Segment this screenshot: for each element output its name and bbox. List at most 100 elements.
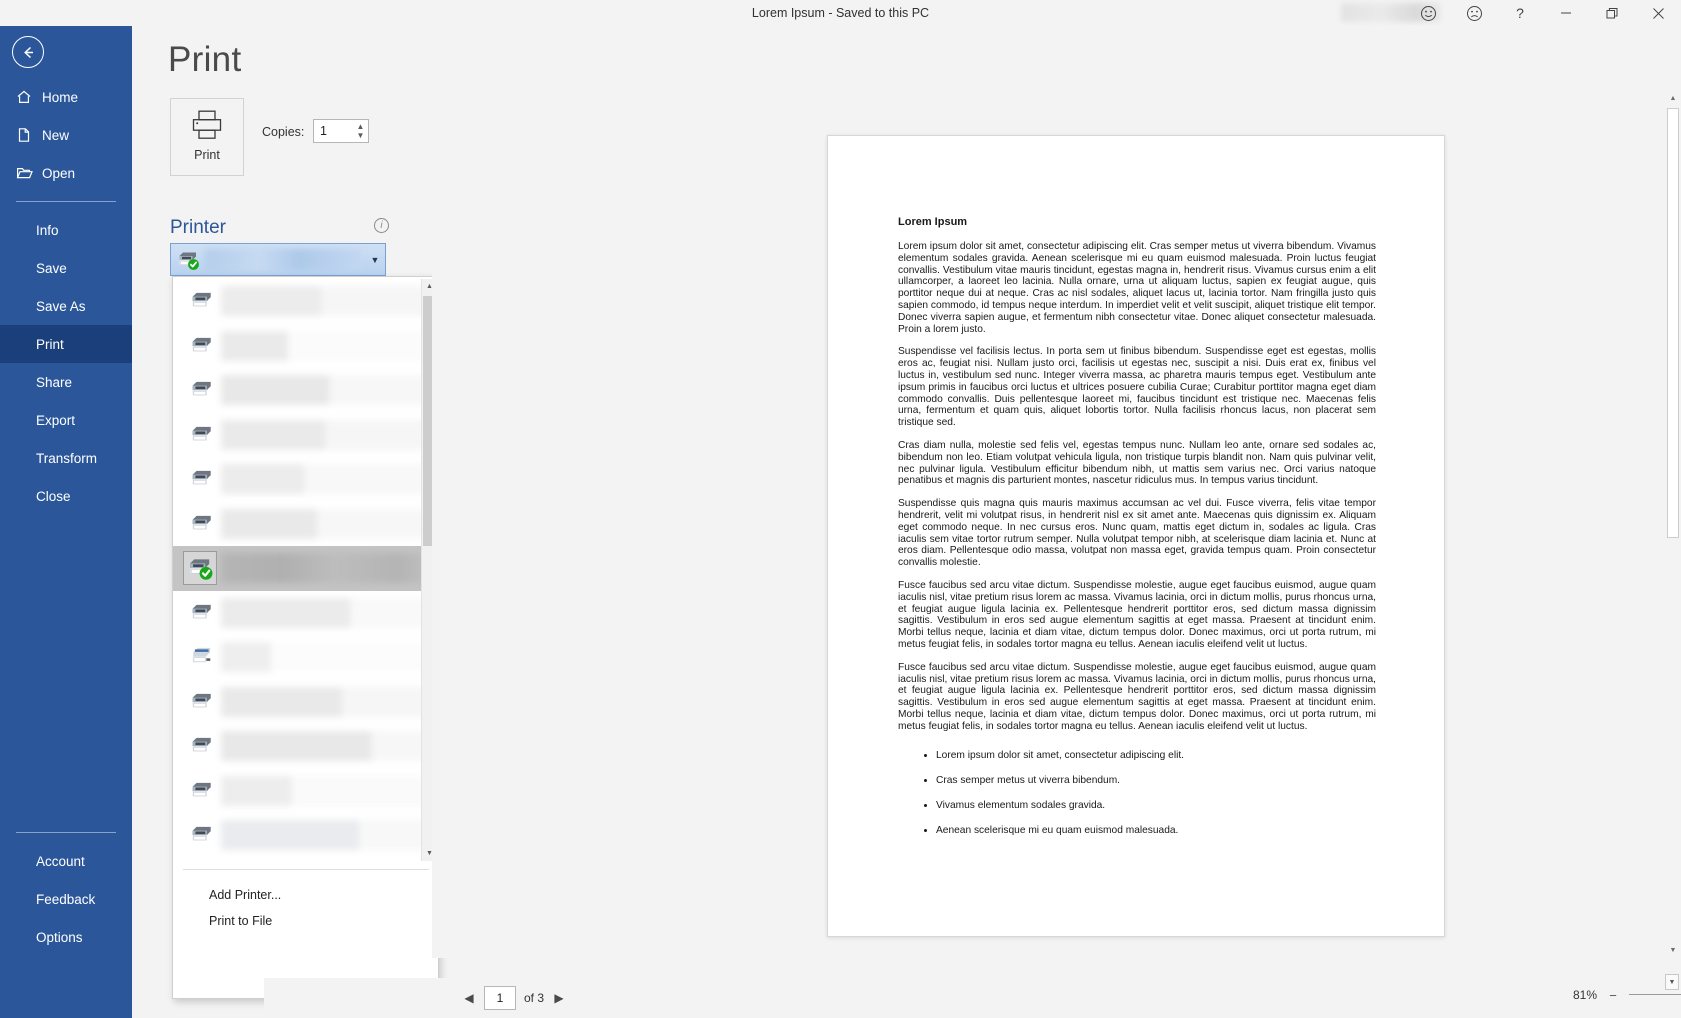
zoom-level-label[interactable]: 81% — [1569, 988, 1597, 1002]
sidebar-item-open[interactable]: Open — [0, 154, 132, 192]
printer-name — [221, 553, 430, 584]
printer-combobox[interactable]: ▼ — [170, 243, 386, 276]
scroll-up-arrow[interactable]: ▲ — [1665, 90, 1681, 106]
printer-list-item[interactable] — [173, 680, 438, 725]
printer-icon — [183, 378, 221, 402]
document-paragraph: Fusce faucibus sed arcu vitae dictum. Su… — [898, 579, 1376, 650]
zoom-out-button[interactable]: − — [1607, 988, 1619, 1003]
printer-icon — [183, 690, 221, 714]
document-body: Lorem Ipsum Lorem ipsum dolor sit amet, … — [898, 216, 1376, 850]
previous-page-button[interactable]: ◀ — [462, 991, 476, 1005]
printer-list-item[interactable] — [173, 324, 438, 369]
scrollbar-thumb[interactable] — [1667, 108, 1679, 538]
sidebar-item-label: Save As — [36, 298, 86, 314]
sidebar-item-options[interactable]: Options — [0, 918, 132, 956]
sidebar-item-info[interactable]: Info — [0, 211, 132, 249]
printer-name — [221, 820, 430, 851]
printer-list-item[interactable] — [173, 769, 438, 814]
sidebar-item-new[interactable]: New — [0, 116, 132, 154]
preview-page: Lorem Ipsum Lorem ipsum dolor sit amet, … — [827, 135, 1445, 937]
printer-name — [221, 286, 430, 317]
copies-spin-down[interactable]: ▼ — [357, 131, 365, 140]
sidebar-item-label: New — [42, 127, 70, 143]
document-paragraph: Cras diam nulla, molestie sed felis vel,… — [898, 439, 1376, 487]
next-page-button[interactable]: ▶ — [552, 991, 566, 1005]
chevron-down-icon[interactable]: ▼ — [365, 255, 385, 265]
close-icon[interactable] — [1635, 0, 1681, 26]
list-item: Cras semper metus ut viverra bibendum. — [936, 775, 1376, 787]
copies-spin-buttons[interactable]: ▲ ▼ — [353, 120, 368, 142]
printer-list-item[interactable] — [173, 813, 438, 858]
printer-icon — [183, 734, 221, 758]
document-paragraph: Suspendisse quis magna quis mauris maxim… — [898, 498, 1376, 569]
help-icon[interactable]: ? — [1497, 0, 1543, 26]
info-icon[interactable]: i — [374, 218, 389, 233]
copies-spin-up[interactable]: ▲ — [357, 122, 365, 131]
preview-scrollbar[interactable]: ▲ ▼ — [1665, 90, 1681, 958]
printer-icon — [183, 334, 221, 358]
copies-label: Copies: — [262, 125, 305, 139]
document-paragraph: Fusce faucibus sed arcu vitae dictum. Su… — [898, 661, 1376, 732]
printer-name — [221, 375, 430, 406]
printer-list-item[interactable] — [173, 591, 438, 636]
scroll-down-arrow[interactable]: ▼ — [1665, 942, 1681, 958]
sidebar-item-close[interactable]: Close — [0, 477, 132, 515]
sidebar-item-save-as[interactable]: Save As — [0, 287, 132, 325]
printer-list-item[interactable] — [173, 457, 438, 502]
zoom-slider[interactable] — [1629, 988, 1681, 1002]
window-controls: ? — [1405, 0, 1681, 26]
document-paragraph: Suspendisse vel facilisis lectus. In por… — [898, 346, 1376, 429]
printer-icon — [183, 467, 221, 491]
word-print-backstage: Lorem Ipsum - Saved to this PC ? Home Ne… — [0, 0, 1681, 1018]
sidebar-item-label: Export — [36, 412, 76, 428]
sidebar-item-label: Options — [36, 929, 83, 945]
open-folder-icon — [16, 165, 42, 181]
sidebar-item-transform[interactable]: Transform — [0, 439, 132, 477]
printer-section-heading: Printer — [170, 217, 226, 238]
copies-stepper[interactable]: 1 ▲ ▼ — [313, 119, 369, 143]
minimize-icon[interactable] — [1543, 0, 1589, 26]
printer-icon — [183, 823, 221, 847]
sidebar-divider-top — [16, 201, 116, 202]
printer-list-item[interactable] — [173, 502, 438, 547]
printer-list-item[interactable] — [173, 368, 438, 413]
fax-printer-icon — [183, 645, 221, 669]
printer-list-item[interactable] — [173, 724, 438, 769]
page-number-input[interactable]: 1 — [484, 986, 516, 1010]
sidebar-item-feedback[interactable]: Feedback — [0, 880, 132, 918]
printer-list-item[interactable] — [173, 279, 438, 324]
add-printer-menu-item[interactable]: Add Printer... — [173, 882, 438, 908]
sidebar-item-export[interactable]: Export — [0, 401, 132, 439]
restore-icon[interactable] — [1589, 0, 1635, 26]
smiley-icon[interactable] — [1405, 0, 1451, 26]
printer-list-item[interactable] — [173, 413, 438, 458]
page-count-label: of 3 — [524, 991, 545, 1005]
title-bar: Lorem Ipsum - Saved to this PC ? — [0, 0, 1681, 26]
frowny-icon[interactable] — [1451, 0, 1497, 26]
print-button[interactable]: Print — [170, 98, 244, 176]
printer-list-item[interactable] — [173, 635, 438, 680]
print-backstage-content: Print Print Copies: 1 ▲ ▼ Printer i ▼ ▲ … — [132, 26, 1681, 1018]
document-bullet-list: Lorem ipsum dolor sit amet, consectetur … — [898, 750, 1376, 836]
back-button[interactable] — [12, 36, 44, 68]
printer-list-item-selected[interactable] — [173, 546, 438, 591]
document-heading: Lorem Ipsum — [898, 216, 968, 228]
scrollbar-corner-dropdown[interactable]: ▼ — [1665, 974, 1679, 990]
printer-list — [173, 279, 438, 861]
sidebar-item-share[interactable]: Share — [0, 363, 132, 401]
sidebar-item-home[interactable]: Home — [0, 78, 132, 116]
print-to-file-menu-item[interactable]: Print to File — [173, 908, 438, 934]
sidebar-item-label: Home — [42, 89, 79, 105]
sidebar-item-account[interactable]: Account — [0, 842, 132, 880]
sidebar-item-save[interactable]: Save — [0, 249, 132, 287]
list-item: Aenean scelerisque mi eu quam euismod ma… — [936, 825, 1376, 837]
printer-icon — [183, 601, 221, 625]
sidebar-item-label: Account — [36, 853, 85, 869]
printer-icon — [183, 423, 221, 447]
printer-name — [221, 419, 430, 450]
dropdown-divider — [183, 869, 429, 870]
page-navigation: ◀ 1 of 3 ▶ — [462, 986, 566, 1010]
sidebar-top-group: Home New Open Info Save Save As Print Sh… — [0, 78, 132, 515]
sidebar-item-print[interactable]: Print — [0, 325, 132, 363]
copies-input[interactable]: 1 — [314, 124, 353, 138]
